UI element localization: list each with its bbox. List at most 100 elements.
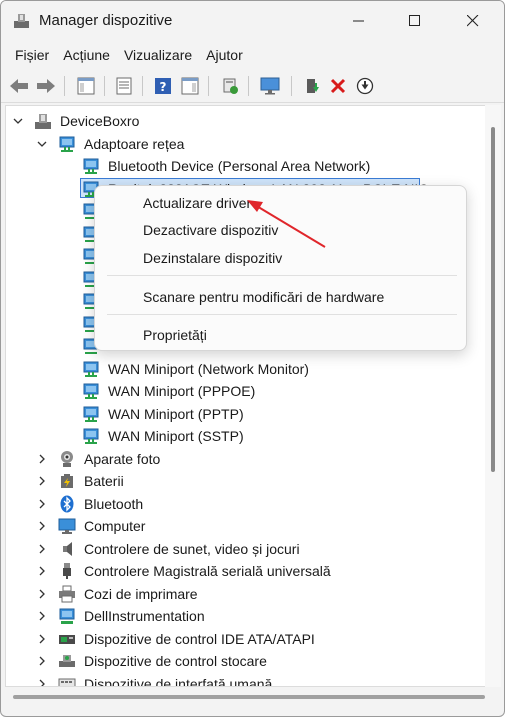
category-computer[interactable]: Computer: [6, 515, 487, 537]
uninstall-button[interactable]: [325, 73, 351, 99]
category-label: Computer: [84, 518, 146, 534]
tree-item-adapter[interactable]: WAN Miniport (PPTP): [6, 403, 487, 425]
action-pane-icon: [181, 77, 199, 95]
system-device-icon: [59, 608, 75, 624]
menu-item-update-driver[interactable]: Actualizare driver: [143, 195, 251, 211]
tree-root-label: DeviceBoxro: [60, 113, 140, 129]
chevron-right-icon[interactable]: [36, 565, 48, 577]
forward-button[interactable]: [33, 73, 59, 99]
adapter-label: WAN Miniport (SSTP): [108, 428, 244, 444]
tree-root-item[interactable]: DeviceBoxro: [6, 110, 487, 132]
toolbar-separator: [142, 76, 143, 96]
chevron-right-icon[interactable]: [36, 475, 48, 487]
maximize-icon: [409, 15, 420, 26]
chevron-right-icon[interactable]: [36, 520, 48, 532]
category-print-queues[interactable]: Cozi de imprimare: [6, 583, 487, 605]
chevron-right-icon[interactable]: [36, 543, 48, 555]
device-list-button[interactable]: [111, 73, 137, 99]
device-manager-app-icon: [14, 14, 29, 28]
category-label: Baterii: [84, 473, 124, 489]
category-storage-controllers[interactable]: Dispozitive de control stocare: [6, 650, 487, 672]
action-pane-button[interactable]: [177, 73, 203, 99]
printer-icon: [59, 585, 75, 603]
toolbar-separator: [64, 76, 65, 96]
chevron-right-icon[interactable]: [36, 610, 48, 622]
chevron-right-icon[interactable]: [36, 633, 48, 645]
horizontal-scroll-thumb[interactable]: [13, 695, 485, 699]
category-label: Dispozitive de control IDE ATA/ATAPI: [84, 631, 315, 647]
menu-view[interactable]: Vizualizare: [117, 43, 199, 69]
menu-item-uninstall-device[interactable]: Dezinstalare dispozitiv: [143, 250, 282, 266]
category-batteries[interactable]: Baterii: [6, 470, 487, 492]
chevron-right-icon[interactable]: [36, 655, 48, 667]
title-bar[interactable]: Manager dispozitive: [1, 1, 504, 41]
category-usb-controllers[interactable]: Controlere Magistrală serială universală: [6, 560, 487, 582]
camera-icon: [61, 451, 73, 467]
tree-item-adapter[interactable]: WAN Miniport (PPPOE): [6, 380, 487, 402]
toolbar-separator: [208, 76, 209, 96]
category-label: Cozi de imprimare: [84, 586, 198, 602]
adapter-label: WAN Miniport (PPTP): [108, 406, 244, 422]
menu-item-disable-device[interactable]: Dezactivare dispozitiv: [143, 222, 278, 238]
chevron-down-icon[interactable]: [12, 115, 24, 127]
category-label: Controlere de sunet, video și jocuri: [84, 541, 300, 557]
category-bluetooth[interactable]: Bluetooth: [6, 493, 487, 515]
chevron-right-icon[interactable]: [36, 498, 48, 510]
svg-text:?: ?: [160, 80, 167, 94]
chevron-right-icon[interactable]: [36, 588, 48, 600]
network-adapter-icon: [83, 158, 99, 174]
battery-icon: [61, 474, 73, 488]
menu-help[interactable]: Ajutor: [199, 43, 250, 69]
update-driver-icon: [307, 79, 319, 93]
category-cameras[interactable]: Aparate foto: [6, 448, 487, 470]
tree-item-adapter[interactable]: WAN Miniport (Network Monitor): [6, 358, 487, 380]
disable-icon: [356, 77, 374, 95]
monitor-button[interactable]: [257, 73, 283, 99]
network-adapter-icon: [59, 136, 75, 152]
back-button[interactable]: [6, 73, 32, 99]
tree-item-adapter[interactable]: Bluetooth Device (Personal Area Network): [6, 155, 487, 177]
properties-pane-button[interactable]: [73, 73, 99, 99]
toolbar-separator: [291, 76, 292, 96]
menu-action[interactable]: Acțiune: [56, 43, 117, 69]
uninstall-icon: [330, 78, 346, 94]
menu-item-scan-hardware[interactable]: Scanare pentru modificări de hardware: [143, 289, 384, 305]
adapter-label: WAN Miniport (Network Monitor): [108, 361, 309, 377]
network-adapter-icon: [83, 383, 99, 399]
category-label: Aparate foto: [84, 451, 161, 467]
keyboard-icon: [58, 678, 76, 686]
monitor-icon: [260, 77, 280, 95]
chevron-down-icon[interactable]: [36, 138, 48, 150]
update-driver-button[interactable]: [299, 73, 325, 99]
category-ide-ata[interactable]: Dispozitive de control IDE ATA/ATAPI: [6, 628, 487, 650]
category-sound-video[interactable]: Controlere de sunet, video și jocuri: [6, 538, 487, 560]
scan-hardware-button[interactable]: [217, 73, 243, 99]
help-button[interactable]: ?: [150, 73, 176, 99]
window-title: Manager dispozitive: [39, 12, 173, 29]
chevron-right-icon[interactable]: [36, 678, 48, 686]
menu-item-properties[interactable]: Proprietăți: [143, 327, 207, 343]
menu-bar: Fișier Acțiune Vizualizare Ajutor: [1, 43, 504, 69]
speaker-icon: [63, 542, 72, 556]
vertical-scrollbar[interactable]: [485, 105, 501, 687]
minimize-button[interactable]: [336, 1, 382, 41]
maximize-button[interactable]: [392, 1, 438, 41]
category-label: Controlere Magistrală serială universală: [84, 563, 331, 579]
bluetooth-icon: [60, 495, 74, 513]
network-adapter-icon: [83, 428, 99, 444]
menu-file[interactable]: Fișier: [1, 43, 56, 69]
device-manager-window: Manager dispozitive Fișier Acțiune Vizua…: [0, 0, 505, 717]
storage-controller-icon: [59, 655, 75, 667]
category-network-adapters[interactable]: Adaptoare rețea: [6, 133, 487, 155]
tree-item-adapter[interactable]: WAN Miniport (SSTP): [6, 425, 487, 447]
chevron-right-icon[interactable]: [36, 453, 48, 465]
adapter-label: WAN Miniport (PPPOE): [108, 383, 256, 399]
disable-device-button[interactable]: [352, 73, 378, 99]
category-hid[interactable]: Dispozitive de interfață umană: [6, 673, 487, 686]
context-menu: Actualizare driver Dezactivare dispoziti…: [94, 185, 467, 351]
toolbar-separator: [248, 76, 249, 96]
category-dell-instrumentation[interactable]: DellInstrumentation: [6, 605, 487, 627]
close-button[interactable]: [450, 1, 496, 41]
horizontal-scrollbar[interactable]: [5, 687, 501, 713]
vertical-scroll-thumb[interactable]: [491, 127, 495, 472]
